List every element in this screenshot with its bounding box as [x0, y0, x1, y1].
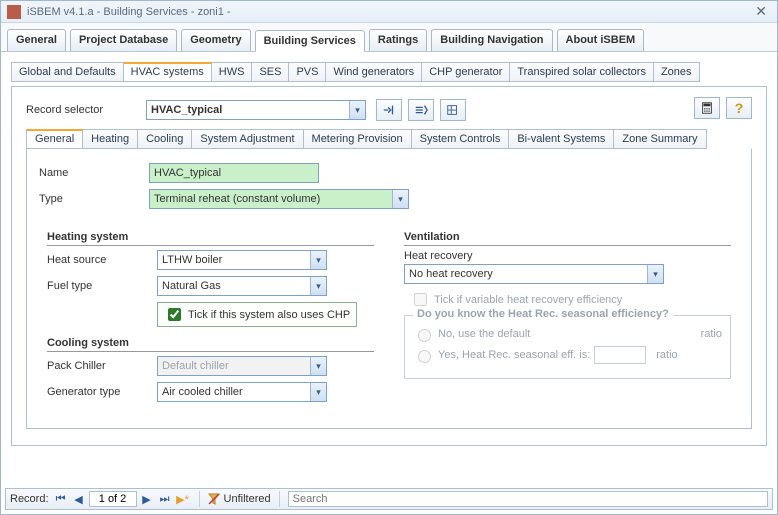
pack-chiller-combo: Default chiller▾: [157, 356, 327, 376]
innertab-cooling[interactable]: Cooling: [138, 129, 192, 149]
heat-source-label: Heat source: [47, 254, 157, 266]
fuel-type-combo[interactable]: Natural Gas▾: [157, 276, 327, 296]
chp-label: Tick if this system also uses CHP: [188, 309, 350, 321]
tab-about[interactable]: About iSBEM: [557, 29, 645, 51]
name-label: Name: [39, 167, 149, 179]
titlebar: iSBEM v4.1.a - Building Services - zoni1…: [1, 1, 777, 23]
subtab-hws[interactable]: HWS: [212, 62, 253, 82]
seasonal-eff-legend: Do you know the Heat Rec. seasonal effic…: [413, 308, 673, 320]
close-icon[interactable]: ✕: [751, 3, 771, 20]
innertab-sysadjust[interactable]: System Adjustment: [192, 129, 303, 149]
record-navigator: Record: ⏮ ◀ ▶ ⏭ ▶* Unfiltered: [5, 488, 773, 510]
subtab-wind[interactable]: Wind generators: [326, 62, 422, 82]
inner-tab-bar: General Heating Cooling System Adjustmen…: [26, 129, 752, 149]
innertab-general[interactable]: General: [26, 129, 83, 149]
subtab-chp[interactable]: CHP generator: [422, 62, 510, 82]
record-label: Record:: [10, 493, 49, 505]
main-tab-bar: General Project Database Geometry Buildi…: [1, 23, 777, 52]
innertab-heating[interactable]: Heating: [83, 129, 138, 149]
toolbar-btn-1[interactable]: [376, 99, 402, 121]
record-position[interactable]: [89, 491, 137, 507]
tab-project-database[interactable]: Project Database: [70, 29, 177, 51]
chevron-down-icon: ▾: [392, 190, 408, 208]
seasonal-yes-radio: [418, 350, 431, 363]
type-combo[interactable]: Terminal reheat (constant volume)▾: [149, 189, 409, 209]
seasonal-eff-input: [594, 346, 646, 364]
chevron-down-icon: ▾: [310, 383, 326, 401]
ventilation-section-title: Ventilation: [404, 231, 731, 246]
nav-prev-icon[interactable]: ◀: [71, 491, 87, 507]
subtab-global[interactable]: Global and Defaults: [11, 62, 124, 82]
hvac-panel: Record selector HVAC_typical ▾ ? General…: [11, 86, 767, 446]
name-field[interactable]: HVAC_typical: [149, 163, 319, 183]
subtab-zones[interactable]: Zones: [654, 62, 700, 82]
variable-hr-checkbox-row: Tick if variable heat recovery efficienc…: [410, 290, 731, 309]
chevron-down-icon: ▾: [310, 277, 326, 295]
record-selector-value: HVAC_typical: [151, 104, 222, 116]
calculator-button[interactable]: [694, 97, 720, 119]
variable-hr-checkbox: [414, 293, 427, 306]
innertab-zonesummary[interactable]: Zone Summary: [614, 129, 706, 149]
tab-ratings[interactable]: Ratings: [369, 29, 427, 51]
subtab-transpired[interactable]: Transpired solar collectors: [510, 62, 654, 82]
nav-next-icon[interactable]: ▶: [139, 491, 155, 507]
innertab-controls[interactable]: System Controls: [412, 129, 510, 149]
tab-general[interactable]: General: [7, 29, 66, 51]
heat-recovery-label: Heat recovery: [404, 250, 514, 262]
subtab-ses[interactable]: SES: [252, 62, 289, 82]
chp-checkbox[interactable]: [168, 308, 181, 321]
variable-hr-label: Tick if variable heat recovery efficienc…: [434, 294, 622, 306]
generator-type-combo[interactable]: Air cooled chiller▾: [157, 382, 327, 402]
seasonal-no-radio: [418, 329, 431, 342]
chp-checkbox-row[interactable]: Tick if this system also uses CHP: [157, 302, 357, 327]
pack-chiller-label: Pack Chiller: [47, 360, 157, 372]
filter-status[interactable]: Unfiltered: [208, 493, 271, 505]
generator-type-label: Generator type: [47, 386, 157, 398]
fuel-type-label: Fuel type: [47, 280, 157, 292]
subtab-pvs[interactable]: PVS: [289, 62, 326, 82]
record-selector-label: Record selector: [26, 104, 146, 116]
subtab-hvac[interactable]: HVAC systems: [124, 62, 212, 82]
nav-first-icon[interactable]: ⏮: [53, 491, 69, 507]
innertab-bivalent[interactable]: Bi-valent Systems: [509, 129, 614, 149]
tab-geometry[interactable]: Geometry: [181, 29, 250, 51]
heat-recovery-combo[interactable]: No heat recovery▾: [404, 264, 664, 284]
heating-section-title: Heating system: [47, 231, 374, 246]
help-button[interactable]: ?: [726, 97, 752, 119]
seasonal-eff-group: Do you know the Heat Rec. seasonal effic…: [404, 315, 731, 379]
tab-building-navigation[interactable]: Building Navigation: [431, 29, 552, 51]
chevron-down-icon: ▾: [349, 101, 365, 119]
nav-new-icon[interactable]: ▶*: [175, 491, 191, 507]
chevron-down-icon: ▾: [647, 265, 663, 283]
chevron-down-icon: ▾: [310, 357, 326, 375]
innertab-metering[interactable]: Metering Provision: [304, 129, 412, 149]
sub-tab-bar: Global and Defaults HVAC systems HWS SES…: [11, 62, 767, 82]
window-title: iSBEM v4.1.a - Building Services - zoni1…: [27, 6, 751, 18]
app-window: iSBEM v4.1.a - Building Services - zoni1…: [0, 0, 778, 515]
record-selector-combo[interactable]: HVAC_typical ▾: [146, 100, 366, 120]
app-icon: [7, 5, 21, 19]
toolbar-btn-3[interactable]: [440, 99, 466, 121]
search-input[interactable]: [288, 491, 768, 507]
chevron-down-icon: ▾: [310, 251, 326, 269]
funnel-icon: [208, 493, 220, 505]
toolbar-btn-2[interactable]: [408, 99, 434, 121]
heat-source-combo[interactable]: LTHW boiler▾: [157, 250, 327, 270]
type-label: Type: [39, 193, 149, 205]
nav-last-icon[interactable]: ⏭: [157, 491, 173, 507]
tab-building-services[interactable]: Building Services: [255, 30, 365, 52]
cooling-section-title: Cooling system: [47, 337, 374, 352]
